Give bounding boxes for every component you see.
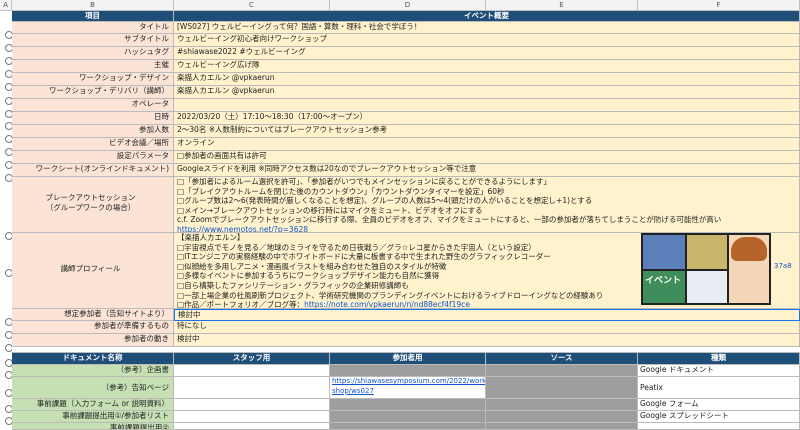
- doc-type-cell[interactable]: [638, 423, 800, 430]
- doc-staff-cell[interactable]: [174, 377, 330, 399]
- label-settings[interactable]: 設定パラメータ: [12, 151, 174, 164]
- header-item[interactable]: 項目: [12, 11, 174, 22]
- doc-header-type[interactable]: 種類: [638, 353, 800, 365]
- label-breakout-line2: （グループワークの場合）: [45, 202, 136, 212]
- label-profile[interactable]: 講師プロフィール: [12, 233, 174, 309]
- doc-header-source[interactable]: ソース: [486, 353, 638, 365]
- column-header-bar: A B C D E F: [0, 0, 800, 11]
- profile-link[interactable]: https://note.com/vpkaerun/n/nd88ecf4f19c…: [304, 300, 470, 308]
- doc-header-staff[interactable]: スタッフ用: [174, 353, 330, 365]
- value-breakout[interactable]: □「参加者によるルーム選択を許可」、「参加者がいつでもメインセッションに戻ること…: [174, 177, 800, 233]
- column-header-e[interactable]: E: [486, 0, 638, 10]
- value-settings[interactable]: □参加者の画面共有は許可: [174, 151, 800, 164]
- doc-type-cell[interactable]: Google スプレッドシート: [638, 411, 800, 423]
- profile-line: □自ら構築したファシリテーション・グラフィックの企業研修講師も: [177, 280, 409, 290]
- doc-label-prework[interactable]: 事前課題（入力フォーム or 説明資料）: [12, 399, 174, 411]
- label-participants[interactable]: 参加人数: [12, 125, 174, 138]
- profile-side-text: 37a8: [774, 262, 792, 270]
- label-ws-design[interactable]: ワークショップ・デザイン: [12, 73, 174, 86]
- avatar-hair: [731, 237, 767, 261]
- value-ws-design[interactable]: 楽描人カエルン @vpkaerun: [174, 73, 800, 86]
- value-prepare[interactable]: 特になし: [174, 321, 800, 334]
- doc-participant-cell[interactable]: [330, 399, 486, 411]
- breakout-line: □メイン→ブレークアウトセッションの移行時にはマイクをミュート、ビデオをオフにす…: [177, 205, 483, 215]
- doc-label-submit2[interactable]: 事前課題提出用②: [12, 423, 174, 430]
- profile-line: 【楽描人カエルン】: [177, 233, 245, 242]
- doc-participant-link[interactable]: https://shiawasesymposium.com/2022/work …: [330, 377, 486, 399]
- column-header-f[interactable]: F: [638, 0, 800, 10]
- label-title[interactable]: タイトル: [12, 22, 174, 34]
- doc-header-name[interactable]: ドキュメント名称: [12, 353, 174, 365]
- column-header-c[interactable]: C: [174, 0, 330, 10]
- column-header-b[interactable]: B: [12, 0, 174, 10]
- doc-participant-cell[interactable]: [330, 365, 486, 377]
- doc-staff-cell[interactable]: [174, 399, 330, 411]
- profile-portfolio-label: □作品／ポートフォリオ／ブログ等：: [177, 300, 305, 309]
- header-overview[interactable]: イベント概要: [174, 11, 800, 22]
- label-breakout[interactable]: ブレークアウトセッション （グループワークの場合）: [12, 177, 174, 233]
- label-worksheet[interactable]: ワークシート(オンラインドキュメント): [12, 164, 174, 177]
- doc-staff-cell[interactable]: [174, 423, 330, 430]
- breakout-line: □「ブレイクアウトルームを閉じた後のカウントダウン」「カウントダウンタイマーを設…: [177, 186, 505, 196]
- profile-line: □多様なイベントに参加するうちにワークショップデザイン能力も自然に獲得: [177, 271, 440, 281]
- value-subtitle[interactable]: ウェルビーイング初心者向けワークショップ: [174, 34, 800, 47]
- doc-staff-cell[interactable]: [174, 411, 330, 423]
- thumb-panel: [643, 235, 685, 269]
- doc-staff-cell[interactable]: [174, 365, 330, 377]
- label-hashtag[interactable]: ハッシュタグ: [12, 47, 174, 60]
- label-datetime[interactable]: 日時: [12, 112, 174, 125]
- value-target[interactable]: 検討中: [174, 309, 800, 321]
- doc-label-announce[interactable]: （参考）告知ページ: [12, 377, 174, 399]
- label-prepare[interactable]: 参加者が準備するもの: [12, 321, 174, 334]
- breakout-line: □グループ数は2～6(発表時間が厳しくなることを想定)、グループの人数は5～4(…: [177, 196, 593, 206]
- profile-line-portfolio: □作品／ポートフォリオ／ブログ等：https://note.com/vpkaer…: [177, 300, 639, 309]
- value-ws-delivery[interactable]: 楽描人カエルン @vpkaerun: [174, 86, 800, 99]
- value-venue[interactable]: オンライン: [174, 138, 800, 151]
- doc-header-participant[interactable]: 参加者用: [330, 353, 486, 365]
- doc-participant-link-line1: https://shiawasesymposium.com/2022/work: [332, 377, 486, 385]
- doc-source-cell[interactable]: [486, 423, 638, 430]
- value-datetime[interactable]: 2022/03/20（土）17:10～18:30（17:00～オープン）: [174, 112, 800, 125]
- column-header-d[interactable]: D: [330, 0, 486, 10]
- value-movement[interactable]: 検討中: [174, 334, 800, 347]
- value-operator[interactable]: [174, 99, 800, 112]
- value-hashtag[interactable]: #shiawase2022 #ウェルビーイング: [174, 47, 800, 60]
- value-worksheet[interactable]: Googleスライドを利用 ※同時アクセス数は20なのでブレークアウトセッション…: [174, 164, 800, 177]
- profile-line: □一部上場企業の社風刷新プロジェクト、学術研究機関のブランディングイベントにおけ…: [177, 290, 604, 300]
- label-breakout-line1: ブレークアウトセッション: [45, 193, 136, 202]
- label-target[interactable]: 想定参加者（告知サイトより）: [12, 309, 174, 321]
- profile-image[interactable]: イベント: [641, 233, 771, 305]
- thumb-panel: [687, 271, 727, 303]
- doc-source-cell[interactable]: [486, 377, 638, 399]
- value-participants[interactable]: 2～30名 ※人数制約についてはブレークアウトセッション参考: [174, 125, 800, 138]
- thumb-caption: イベント: [645, 276, 682, 286]
- doc-participant-link-line2: shop/ws027: [332, 386, 374, 395]
- label-subtitle[interactable]: サブタイトル: [12, 34, 174, 47]
- breakout-link[interactable]: https://www.nemotos.net/?p=3628: [177, 225, 799, 232]
- doc-type-cell[interactable]: Google ドキュメント: [638, 365, 800, 377]
- column-header-a[interactable]: A: [0, 0, 12, 10]
- label-venue[interactable]: ビデオ会議／場所: [12, 138, 174, 151]
- profile-line: □ITエンジニアの実務経験の中でホワイトボードに大量に板書する中で生まれた野生の…: [177, 252, 551, 262]
- value-title[interactable]: [WS027] ウェルビーイングって何？国語・算数・理科・社会で学ぼう！: [174, 22, 800, 34]
- breakout-line: c.f. Zoomでブレークアウトセッションに移行する際、全員のビデオをオフ、マ…: [177, 215, 722, 225]
- doc-source-cell[interactable]: [486, 399, 638, 411]
- value-organizer[interactable]: ウェルビーイング広げ隊: [174, 60, 800, 73]
- label-operator[interactable]: オペレータ: [12, 99, 174, 112]
- doc-participant-cell[interactable]: [330, 423, 486, 430]
- thumb-panel: [687, 235, 727, 269]
- label-ws-delivery[interactable]: ワークショップ・デリバリ（講師）: [12, 86, 174, 99]
- doc-source-cell[interactable]: [486, 365, 638, 377]
- doc-label-submit1[interactable]: 事前課題提出用①/参加者リスト: [12, 411, 174, 423]
- doc-participant-cell[interactable]: [330, 411, 486, 423]
- label-movement[interactable]: 参加者の動き: [12, 334, 174, 347]
- breakout-line: □「参加者によるルーム選択を許可」、「参加者がいつでもメインセッションに戻ること…: [177, 177, 551, 186]
- profile-line: □似顔絵を多用しアニメ・漫画風イラストを組み合わせた独自のスタイルが特徴: [177, 261, 447, 271]
- doc-type-cell[interactable]: Peatix: [638, 377, 800, 399]
- doc-source-cell[interactable]: [486, 411, 638, 423]
- doc-type-cell[interactable]: Google フォーム: [638, 399, 800, 411]
- label-organizer[interactable]: 主催: [12, 60, 174, 73]
- profile-line: □宇宙視点でモノを見る／地球のミライを守るため日夜戦う／グラ☆レコ星からきた宇宙…: [177, 242, 536, 252]
- doc-label-plan[interactable]: （参考）企画書: [12, 365, 174, 377]
